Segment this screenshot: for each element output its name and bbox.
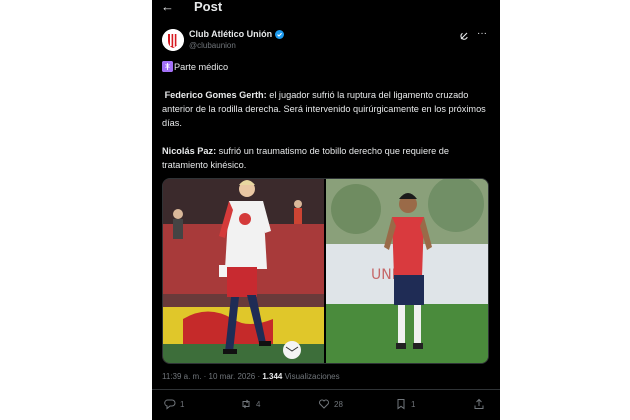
post-timestamp[interactable]: 11:39 a. m. · 10 mar. 2026 · [162,372,262,381]
photo-goalkeeper[interactable] [163,179,324,363]
repost-button[interactable]: 4 [240,398,260,410]
medical-emoji-icon [162,61,173,72]
photo-field-player[interactable]: UNIÓN [326,179,488,363]
divider [152,389,500,390]
repost-icon [242,399,250,409]
reply-button[interactable]: 1 [164,398,184,410]
more-options-icon[interactable]: ··· [477,28,487,39]
action-bar: 1 4 28 1 [152,398,500,416]
heart-icon [319,399,329,409]
media-grid: UNIÓN [162,178,489,364]
tweet-paragraph-2: Nicolás Paz: sufrió un traumatismo de to… [162,144,492,172]
author-name-row[interactable]: Club Atlético Unión [189,29,285,40]
author-handle[interactable]: @clubaunion [189,41,236,51]
tweet-line-1: Parte médico [162,60,492,74]
repost-count: 4 [256,399,261,409]
views-label: Visualizaciones [282,372,340,381]
verified-badge-icon [275,30,285,39]
reply-icon [164,399,176,410]
page-title: Post [194,0,223,14]
bookmark-count: 1 [411,399,416,409]
player-2-name: Nicolás Paz: [162,146,217,156]
goalkeeper-photo-image [163,179,324,363]
like-button[interactable]: 28 [318,398,343,410]
like-count: 28 [334,399,343,409]
top-bar: ← Post [152,0,500,18]
share-icon [474,398,484,409]
reply-count: 1 [180,399,185,409]
tweet-heading: Parte médico [174,62,229,72]
bookmark-button[interactable]: 1 [395,398,415,410]
share-button[interactable] [473,398,485,410]
tweet-paragraph-1: Federico Gomes Gerth: el jugador sufrió … [162,88,492,130]
field-player-photo-image: UNIÓN [326,179,488,363]
club-crest-icon [162,29,184,51]
bookmark-icon [397,399,405,410]
grok-icon[interactable] [459,31,469,41]
arrow-left-icon[interactable]: ← [161,0,174,14]
avatar[interactable] [162,29,184,51]
author-name[interactable]: Club Atlético Unión [189,29,272,40]
views-count: 1.344 [262,372,283,381]
player-1-name: Federico Gomes Gerth: [164,90,267,100]
post-meta: 11:39 a. m. · 10 mar. 2026 · 1.344 Visua… [162,372,340,382]
post-panel: ← Post Club Atlético Unión @clubaunion ·… [152,0,500,420]
